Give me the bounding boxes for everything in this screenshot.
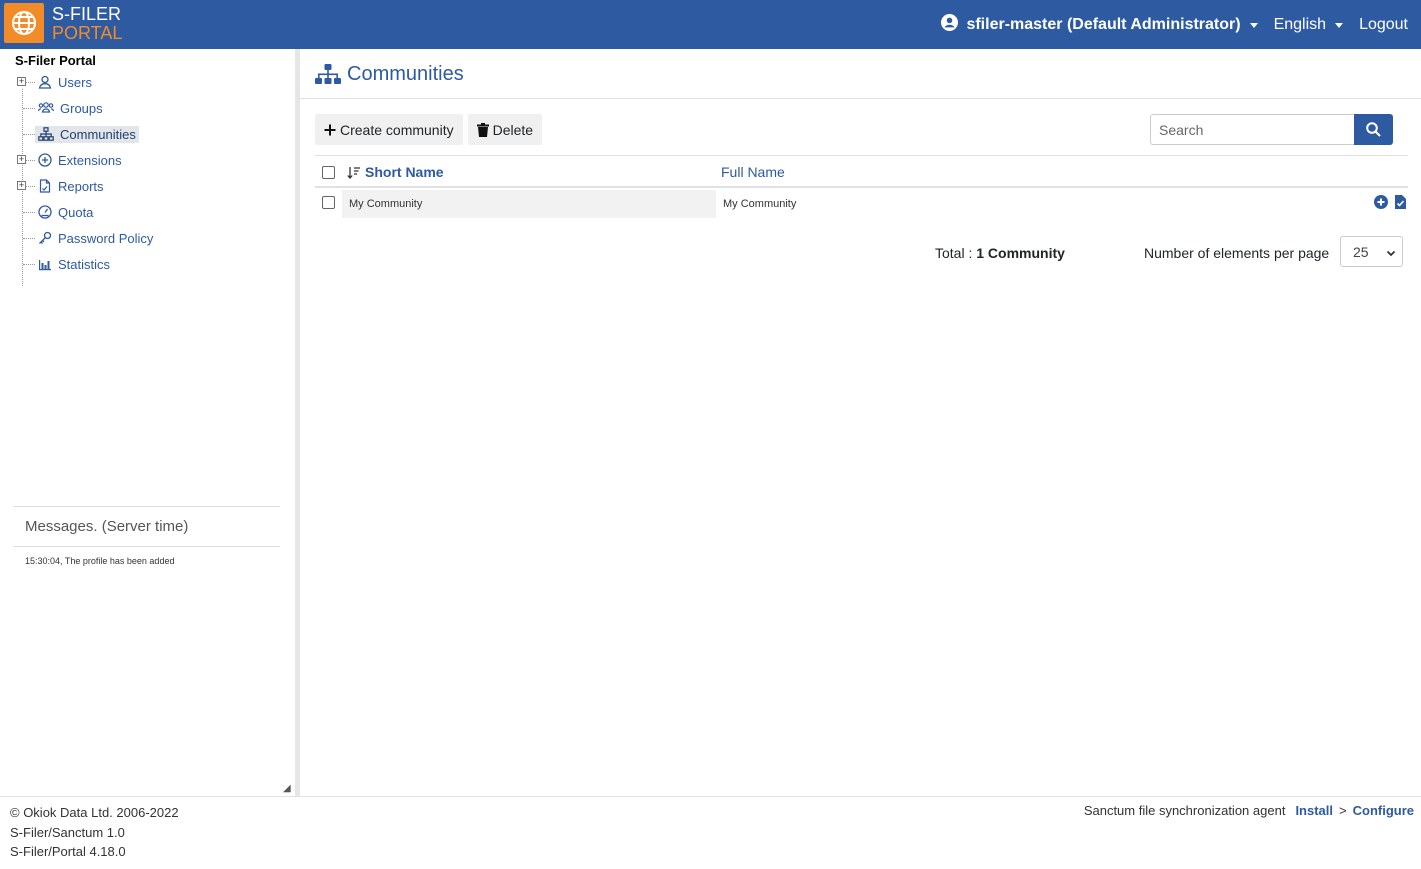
configure-link[interactable]: Configure [1353,803,1414,818]
expand-icon[interactable]: + [17,181,26,190]
messages-panel: Messages. (Server time) 15:30:04, The pr… [13,506,280,575]
page-footer: © Okiok Data Ltd. 2006-2022 S-Filer/Sanc… [0,796,1421,869]
total-count: Total : 1 Community [935,245,1065,261]
file-check-icon[interactable] [1395,195,1406,209]
bar-chart-icon [39,260,51,271]
language-menu[interactable]: English [1266,16,1351,34]
copyright-text: © Okiok Data Ltd. 2006-2022 [10,805,179,820]
globe-logo-icon[interactable] [4,3,44,43]
brand-name[interactable]: S-FILER PORTAL [52,5,122,43]
search-input[interactable] [1150,114,1354,145]
total-label: Total : [935,245,973,261]
chevron-down-icon [1386,245,1396,261]
sidebar-item-label: Groups [60,100,103,116]
sort-icon [347,166,360,179]
groups-icon [38,102,54,113]
breadcrumb-separator: > [1339,803,1347,818]
per-page-label: Number of elements per page [1144,245,1330,261]
sidebar-item-label: Reports [58,178,104,194]
page-title: Communities [315,63,464,86]
key-icon [39,231,52,244]
user-circle-icon [941,13,959,36]
create-community-label: Create community [340,121,454,138]
brand-line1: S-FILER [52,4,122,24]
sidebar-item-label: Statistics [58,256,111,272]
add-circle-icon[interactable] [1374,195,1388,209]
report-icon [39,179,51,193]
main-content: Communities Create community Delete Sh [300,49,1421,796]
per-page-value: 25 [1353,244,1369,260]
messages-title: Messages. (Server time) [25,518,189,535]
table-row[interactable]: My Community My Community [315,188,1408,218]
trash-icon [476,122,489,137]
sidebar-item-label: Password Policy [58,230,154,246]
table-header: Short Name Full Name [315,156,1408,188]
chevron-down-icon [1335,22,1344,28]
sidebar-item-label: Communities [60,126,136,142]
expand-icon[interactable]: + [17,77,26,86]
search-group [1150,114,1393,145]
communities-table: Short Name Full Name My Community My Com… [315,155,1408,218]
page-title-text: Communities [347,63,464,85]
delete-button[interactable]: Delete [467,114,543,145]
agent-label: Sanctum file synchronization agent [1083,803,1286,818]
search-icon [1366,122,1381,137]
delete-label: Delete [492,121,534,138]
language-label: English [1273,15,1327,33]
install-link[interactable]: Install [1295,803,1333,818]
top-navbar: S-FILER PORTAL sfiler-master (Default Ad… [0,0,1421,49]
total-value: 1 Community [976,245,1065,261]
sidebar: S-Filer Portal + Users Groups Communitie… [0,49,295,796]
row-checkbox[interactable] [322,196,335,209]
expand-icon[interactable]: + [17,155,26,164]
plus-icon [324,124,336,136]
sidebar-item-label: Quota [58,204,94,220]
search-button[interactable] [1354,114,1393,145]
plus-circle-icon [38,153,52,167]
brand-line2: PORTAL [52,23,123,43]
column-header-short-name[interactable]: Short Name [347,164,444,180]
per-page-select[interactable]: 25 [1340,236,1403,267]
sitemap-icon [38,127,54,141]
logout-link[interactable]: Logout [1351,16,1416,34]
cell-full-name: My Community [723,198,797,210]
user-icon [38,75,52,89]
table-footer: Total : 1 Community Number of elements p… [315,236,1408,276]
sitemap-icon [315,64,341,84]
select-all-checkbox[interactable] [322,166,335,179]
create-community-button[interactable]: Create community [315,114,463,145]
column-header-full-name[interactable]: Full Name [721,164,785,180]
message-item: 15:30:04, The profile has been added [25,556,175,566]
gauge-icon [38,205,52,219]
version-portal: S-Filer/Portal 4.18.0 [10,844,126,859]
user-name: sfiler-master (Default Administrator) [966,15,1241,33]
column-label: Short Name [365,164,444,180]
resize-grip-icon[interactable]: ◢ [283,783,291,794]
version-sanctum: S-Filer/Sanctum 1.0 [10,824,125,840]
sidebar-item-label: Extensions [58,152,122,168]
chevron-down-icon [1249,22,1258,28]
tree-root[interactable]: S-Filer Portal [15,53,96,68]
sidebar-item-label: Users [58,74,92,90]
agent-links: Sanctum file synchronization agent Insta… [1084,803,1414,818]
toolbar: Create community Delete [315,114,547,145]
page-header: Communities [300,49,1421,99]
user-menu[interactable]: sfiler-master (Default Administrator) [933,13,1265,36]
cell-short-name[interactable]: My Community [342,190,716,218]
